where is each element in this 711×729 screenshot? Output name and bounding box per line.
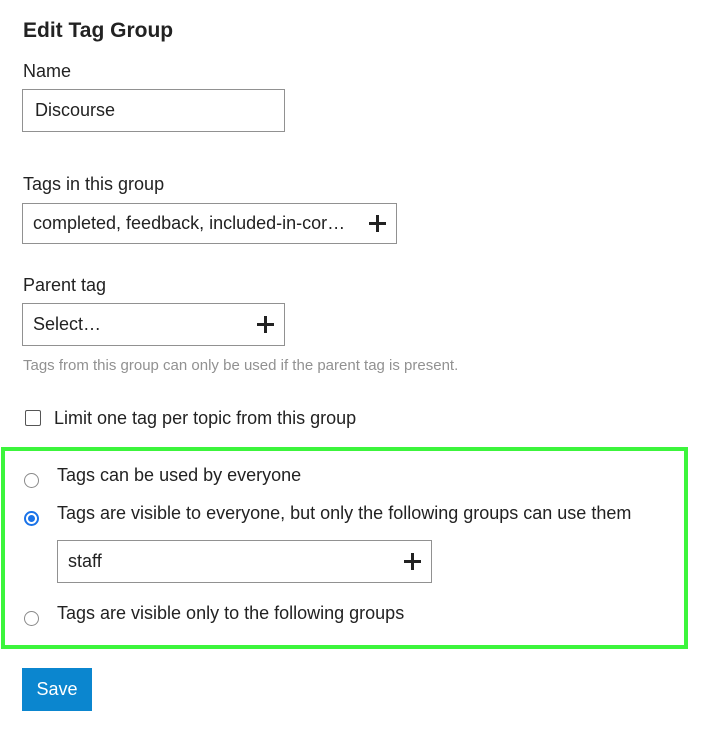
name-input[interactable] — [22, 89, 285, 132]
radio-visible-limited-use-label[interactable]: Tags are visible to everyone, but only t… — [57, 503, 631, 524]
groups-value: staff — [68, 551, 102, 571]
radio-visible-limited-use[interactable] — [24, 511, 39, 526]
plus-icon[interactable] — [404, 553, 421, 570]
save-button[interactable]: Save — [22, 668, 92, 711]
tags-value: completed, feedback, included-in-cor… — [33, 213, 346, 233]
limit-one-checkbox[interactable] — [25, 410, 41, 426]
plus-icon[interactable] — [257, 316, 274, 333]
limit-one-label[interactable]: Limit one tag per topic from this group — [54, 408, 356, 429]
plus-icon[interactable] — [369, 215, 386, 232]
groups-selector[interactable]: staff — [57, 540, 432, 583]
radio-everyone[interactable] — [24, 473, 39, 488]
radio-visible-only-groups[interactable] — [24, 611, 39, 626]
parent-tag-value: Select… — [33, 314, 102, 334]
tags-selector[interactable]: completed, feedback, included-in-cor… — [22, 203, 397, 244]
radio-everyone-label[interactable]: Tags can be used by everyone — [57, 465, 301, 486]
tags-label: Tags in this group — [23, 174, 165, 194]
radio-selected-dot — [28, 515, 35, 522]
radio-visible-only-groups-label[interactable]: Tags are visible only to the following g… — [57, 603, 404, 624]
name-label: Name — [23, 61, 72, 81]
page-title: Edit Tag Group — [23, 19, 174, 42]
parent-tag-help: Tags from this group can only be used if… — [23, 357, 459, 374]
parent-tag-selector[interactable]: Select… — [22, 303, 285, 346]
parent-tag-label: Parent tag — [23, 275, 107, 295]
